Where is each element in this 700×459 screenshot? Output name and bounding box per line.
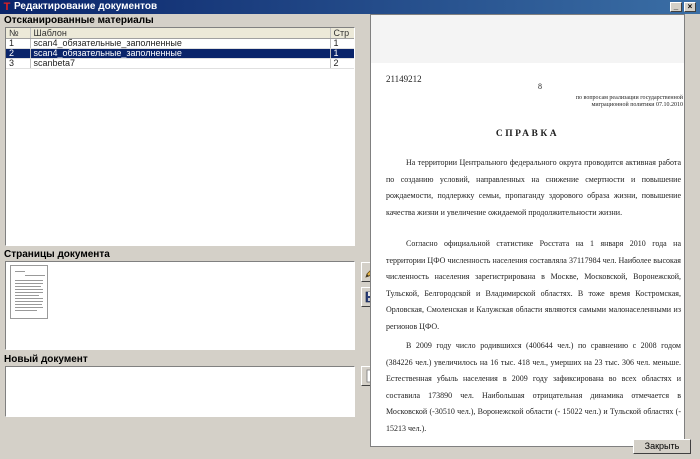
document-preview: 21149212 8 по вопросам реализации госуда…	[370, 14, 685, 447]
document-heading: СПРАВКА	[495, 129, 560, 139]
row-page: 1	[329, 38, 354, 49]
page-thumbnail[interactable]	[10, 265, 48, 319]
title-bar: T Редактирование документов _ ×	[0, 0, 700, 14]
new-document-label: Новый документ	[4, 354, 88, 365]
row-template: scan4_обязательные_заполненные	[30, 48, 330, 59]
document-pages-label: Страницы документа	[4, 249, 110, 260]
row-template: scanbeta7	[30, 58, 330, 69]
document-paragraph-3: В 2009 году число родившихся (400644 чел…	[386, 341, 681, 433]
document-paragraph-2: Согласно официальной статистике Росстата…	[386, 239, 681, 331]
close-button[interactable]: Закрыть	[633, 439, 691, 454]
document-number: 21149212	[386, 74, 422, 84]
table-row[interactable]: 3 scanbeta7 2	[6, 58, 354, 69]
row-page: 2	[329, 58, 354, 69]
scanned-materials-grid: № Шаблон Стр 1 scan4_обязательные_заполн…	[5, 27, 355, 246]
scanned-table: № Шаблон Стр 1 scan4_обязательные_заполн…	[6, 28, 354, 69]
row-num: 1	[6, 38, 31, 49]
scanned-materials-label: Отсканированные материалы	[4, 15, 154, 26]
column-header-num[interactable]: №	[6, 28, 31, 39]
document-org-line1: по вопросам реализации государственной	[575, 95, 683, 101]
scan-header-area	[371, 15, 684, 63]
column-header-template[interactable]: Шаблон	[30, 28, 330, 39]
document-paragraph-1: На территории Центрального федерального …	[386, 158, 681, 217]
new-document-panel[interactable]	[5, 366, 355, 417]
row-template: scan4_обязательные_заполненные	[30, 38, 330, 49]
table-row[interactable]: 1 scan4_обязательные_заполненные 1	[6, 38, 354, 49]
minimize-button[interactable]: _	[670, 2, 682, 12]
table-row-selected[interactable]: 2 scan4_обязательные_заполненные 1	[6, 48, 354, 59]
row-page: 1	[329, 48, 354, 59]
document-org-line2: миграционной политики 07.10.2010	[591, 102, 683, 108]
table-header-row: № Шаблон Стр	[6, 28, 354, 39]
document-pages-panel	[5, 261, 355, 350]
window-title: Редактирование документов	[14, 1, 158, 12]
document-org: по вопросам реализации государственной м…	[549, 95, 683, 109]
close-window-button[interactable]: ×	[684, 2, 696, 12]
app-icon: T	[3, 1, 11, 13]
column-header-page[interactable]: Стр	[329, 28, 354, 39]
document-small-number: 8	[538, 82, 542, 91]
row-num: 2	[6, 48, 31, 59]
row-num: 3	[6, 58, 31, 69]
